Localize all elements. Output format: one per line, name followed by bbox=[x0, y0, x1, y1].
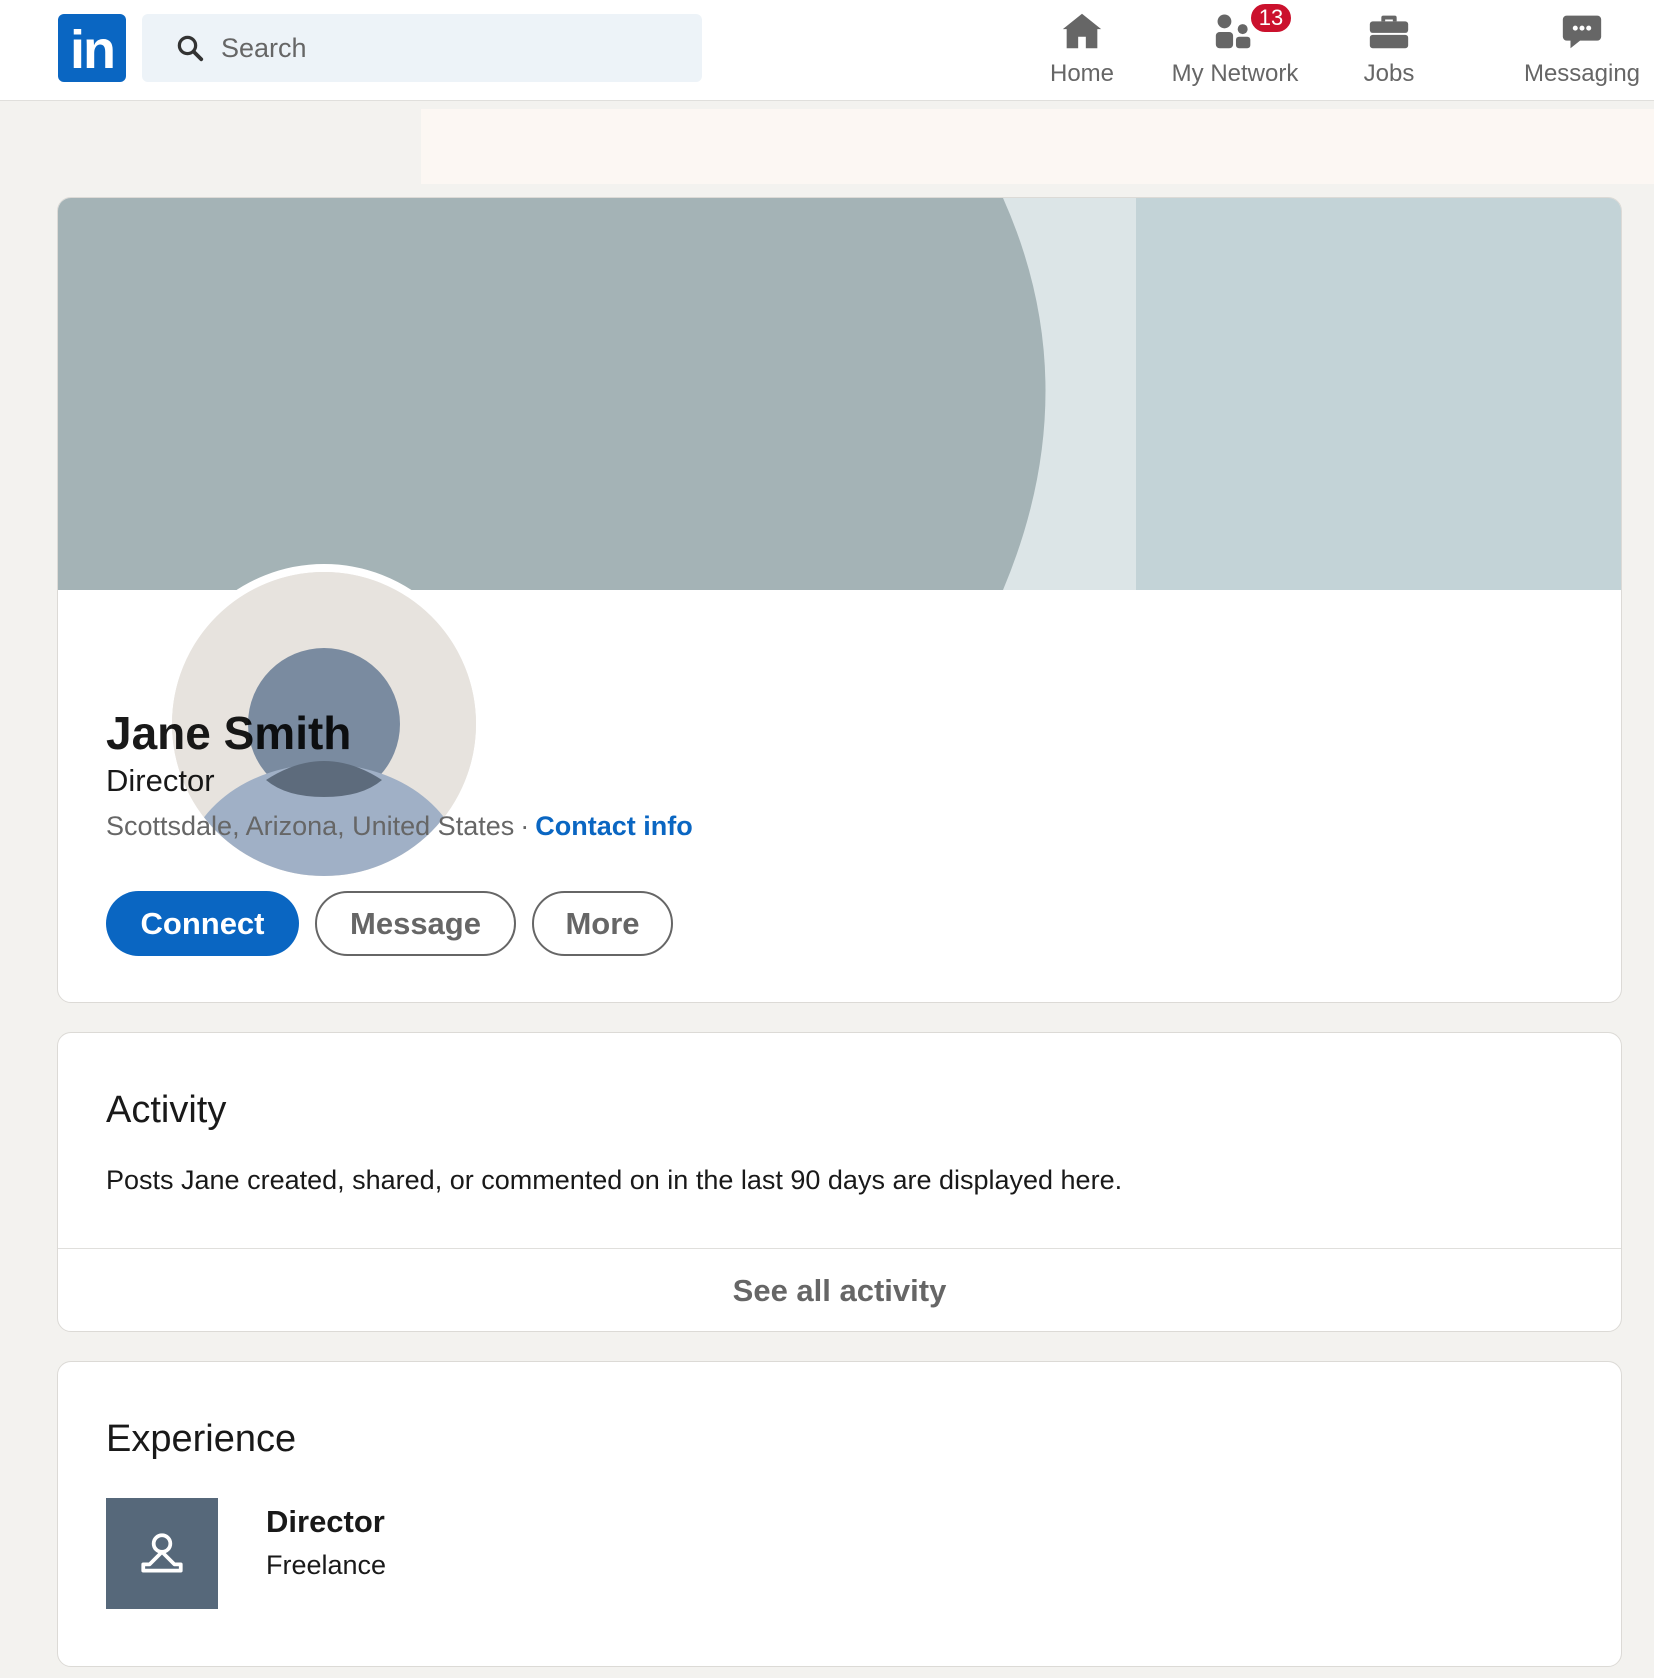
company-placeholder-icon bbox=[141, 1532, 183, 1573]
contact-info-link[interactable]: Contact info bbox=[535, 811, 692, 841]
cover-graphic bbox=[58, 198, 1621, 590]
activity-card: Activity Posts Jane created, shared, or … bbox=[57, 1032, 1622, 1332]
activity-title: Activity bbox=[106, 1089, 227, 1131]
experience-card: Experience Director Freelance bbox=[57, 1361, 1622, 1667]
experience-title: Experience bbox=[106, 1418, 297, 1460]
nav-my-network[interactable]: 13 My Network bbox=[1160, 2, 1310, 98]
nav-my-network-label: My Network bbox=[1171, 60, 1299, 87]
company-logo[interactable] bbox=[106, 1498, 218, 1609]
profile-location: Scottsdale, Arizona, United States bbox=[106, 811, 515, 841]
home-icon bbox=[1062, 13, 1102, 49]
search-bar[interactable] bbox=[142, 14, 702, 82]
profile-name: Jane Smith bbox=[106, 707, 352, 759]
cover-image bbox=[58, 198, 1621, 590]
notification-badge: 13 bbox=[1249, 2, 1293, 34]
separator-dot: · bbox=[520, 811, 530, 841]
more-button[interactable]: More bbox=[532, 891, 673, 956]
people-icon-wrap: 13 bbox=[1211, 2, 1293, 54]
nav-jobs[interactable]: Jobs bbox=[1344, 8, 1434, 98]
linkedin-logo[interactable]: in bbox=[58, 14, 126, 82]
message-button[interactable]: Message bbox=[315, 891, 516, 956]
nav-jobs-label: Jobs bbox=[1363, 60, 1415, 87]
search-icon bbox=[177, 35, 204, 62]
chat-icon bbox=[1562, 15, 1602, 49]
profile-location-line: Scottsdale, Arizona, United States · Conta… bbox=[106, 811, 693, 842]
nav-messaging-label: Messaging bbox=[1523, 60, 1641, 87]
nav-home-label: Home bbox=[1049, 60, 1115, 87]
promo-banner-strip bbox=[421, 109, 1654, 184]
see-all-activity-button[interactable]: See all activity bbox=[58, 1249, 1621, 1331]
experience-role: Director bbox=[266, 1504, 385, 1539]
nav-home[interactable]: Home bbox=[1034, 8, 1130, 98]
nav-messaging[interactable]: Messaging bbox=[1510, 8, 1654, 98]
briefcase-icon bbox=[1369, 15, 1409, 49]
top-navbar: in Home 13 My Network bbox=[0, 0, 1654, 101]
search-input[interactable] bbox=[221, 32, 671, 64]
profile-card: Jane Smith Director Scottsdale, Arizona,… bbox=[57, 197, 1622, 1003]
profile-headline: Director bbox=[106, 763, 215, 798]
activity-description: Posts Jane created, shared, or commented… bbox=[106, 1165, 1123, 1195]
experience-company: Freelance bbox=[266, 1550, 387, 1580]
connect-button[interactable]: Connect bbox=[106, 891, 299, 956]
